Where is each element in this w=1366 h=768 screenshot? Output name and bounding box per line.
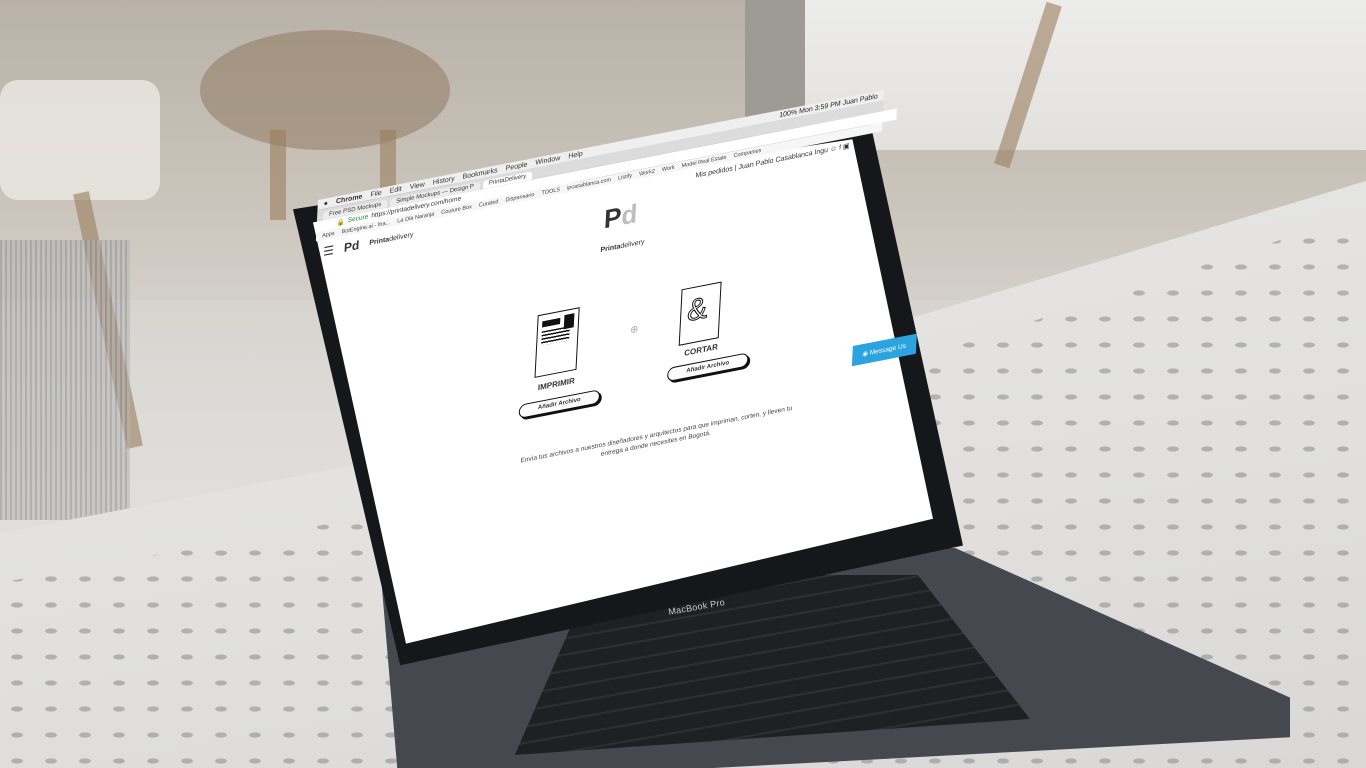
instagram-icon[interactable]: ▣ <box>843 143 850 151</box>
background-mesh-chair <box>0 240 130 520</box>
document-header-block <box>542 317 561 328</box>
facebook-icon[interactable]: f <box>839 144 841 151</box>
print-document-illustration <box>534 307 580 378</box>
center-logo: Pd <box>603 198 638 236</box>
header-logo-text[interactable]: Printadelivery <box>369 231 413 247</box>
brand-bold: Printa <box>600 243 621 255</box>
message-us-label: Message Us <box>869 342 907 357</box>
message-us-button[interactable]: ◉ Message Us <box>851 333 917 367</box>
stool-leg <box>270 130 286 220</box>
brand-light: delivery <box>620 238 645 251</box>
lock-icon: 🔒 <box>336 218 345 227</box>
nav-orders-link[interactable]: Mis pedidos <box>695 165 733 179</box>
ampersand-icon: & <box>686 291 709 329</box>
cut-ampersand-illustration: & <box>678 281 722 346</box>
print-add-file-button[interactable]: Añadir Archivo <box>518 389 601 420</box>
user-icon[interactable]: ☺ <box>830 145 838 153</box>
bookmark-work2[interactable]: Work2 <box>639 168 655 177</box>
cut-label: CORTAR <box>683 342 719 358</box>
apple-icon[interactable]: ● <box>324 200 329 208</box>
messenger-icon: ◉ <box>862 350 869 359</box>
cut-add-file-button[interactable]: Añadir Archivo <box>666 352 749 383</box>
center-logo-d: d <box>620 197 639 232</box>
print-label: IMPRIMIR <box>537 376 576 393</box>
logo-text-bold: Printa <box>369 235 390 247</box>
crosshair-icon: ⊕ <box>629 323 639 337</box>
bookmark-work[interactable]: Work <box>662 164 675 173</box>
header-logo-mark[interactable]: Pd <box>344 238 360 255</box>
document-lines <box>541 326 570 346</box>
bookmark-apps[interactable]: Apps <box>322 230 335 238</box>
logo-text-light: delivery <box>388 230 414 243</box>
site-description: Envía tus archivos a nuestros diseñadore… <box>520 404 793 465</box>
center-brand-name: Printadelivery <box>600 239 644 255</box>
background-chair <box>0 80 160 200</box>
background-stool <box>200 30 450 150</box>
bookmark-listify[interactable]: Listify <box>618 172 632 181</box>
hamburger-menu-icon[interactable]: ☰ <box>323 243 334 259</box>
